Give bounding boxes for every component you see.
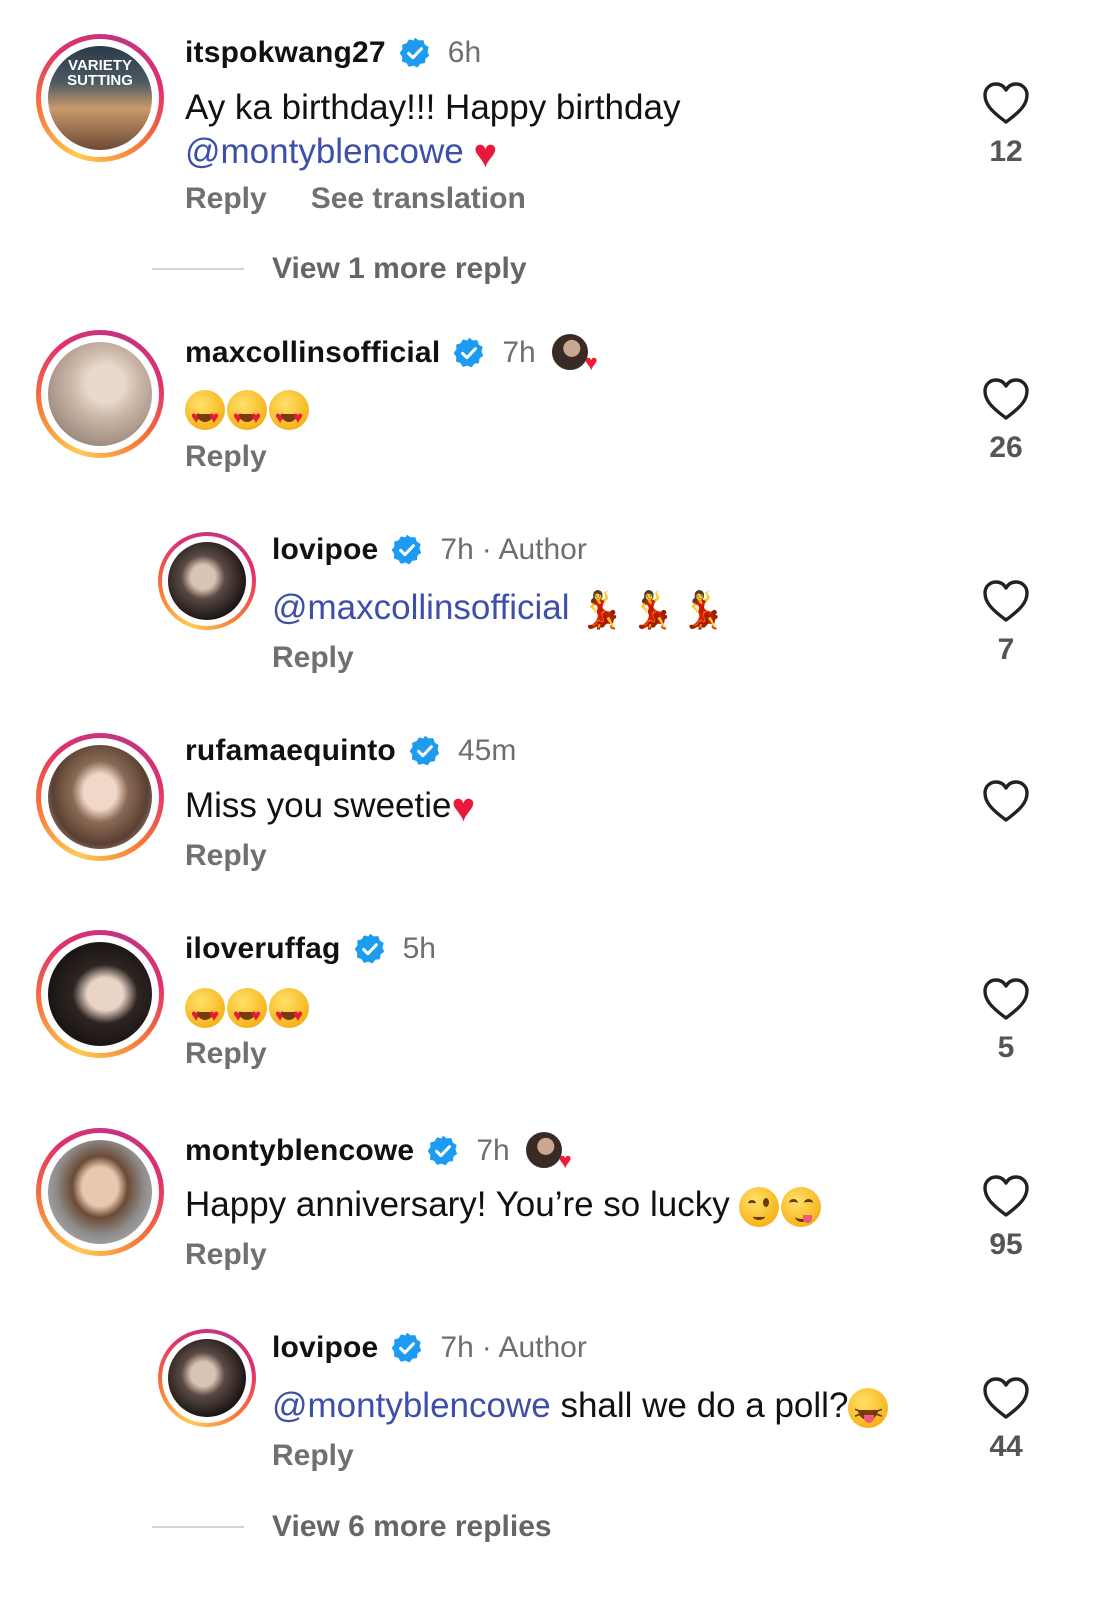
squint-tongue-emoji	[848, 1387, 889, 1436]
avatar[interactable]	[158, 1329, 256, 1427]
reply-button[interactable]: Reply	[185, 440, 267, 473]
yum-emoji	[781, 1186, 822, 1227]
red-heart-emoji: ♥	[473, 131, 498, 176]
heart-outline-icon	[983, 580, 1029, 622]
verified-badge-icon	[392, 534, 422, 565]
like-button[interactable]: 95	[980, 1173, 1032, 1262]
reply-button[interactable]: Reply	[272, 641, 354, 674]
avatar[interactable]	[158, 532, 256, 630]
heart-eyes-emoji	[227, 389, 267, 440]
timestamp: 45m	[457, 734, 517, 767]
like-button[interactable]: 7	[980, 578, 1032, 667]
timestamp: 7h	[502, 336, 536, 369]
author-label: · Author	[481, 533, 587, 566]
comment-text: Ay ka birthday!!! Happy birthday @montyb…	[185, 88, 681, 176]
heart-eyes-emoji	[185, 389, 225, 440]
comment-text: @maxcollinsofficial 💃 💃 💃	[272, 586, 732, 632]
like-button[interactable]: 12	[980, 80, 1032, 169]
like-button[interactable]	[980, 778, 1032, 829]
verified-badge-icon	[454, 337, 484, 368]
dancer-emoji: 💃	[579, 588, 625, 630]
like-count: 44	[989, 1430, 1023, 1463]
comment-text	[185, 984, 311, 1038]
like-button[interactable]: 5	[980, 976, 1032, 1065]
heart-outline-icon	[983, 978, 1029, 1020]
verified-badge-icon	[354, 933, 384, 964]
username[interactable]: montyblencowe	[185, 1134, 414, 1168]
heart-eyes-emoji	[269, 389, 309, 440]
avatar[interactable]	[36, 330, 164, 458]
author-heart-reaction-icon: ♥	[549, 332, 598, 374]
like-count: 5	[997, 1031, 1015, 1064]
red-heart-emoji: ♥	[451, 785, 476, 830]
username[interactable]: lovipoe	[272, 1331, 378, 1365]
reply-button[interactable]: Reply	[185, 839, 267, 872]
comment-text: Miss you sweetie♥	[185, 785, 476, 830]
heart-outline-icon	[983, 1377, 1029, 1419]
timestamp: 7h	[476, 1134, 510, 1167]
username[interactable]: itspokwang27	[185, 36, 386, 70]
avatar[interactable]: VARIETY SUTTING	[36, 34, 164, 162]
like-count: 7	[997, 633, 1015, 666]
dancer-emoji: 💃	[630, 588, 675, 630]
mention-link[interactable]: @montyblencowe	[185, 132, 464, 171]
timestamp: 5h	[402, 932, 436, 965]
comment-text	[185, 386, 311, 440]
mention-link[interactable]: @montyblencowe	[272, 1386, 551, 1425]
like-button[interactable]: 26	[980, 376, 1032, 465]
like-button[interactable]: 44	[980, 1375, 1032, 1464]
username[interactable]: rufamaequinto	[185, 734, 396, 768]
like-count: 26	[989, 431, 1023, 464]
author-heart-reaction-icon: ♥	[523, 1130, 572, 1172]
timestamp: 7h	[440, 533, 474, 566]
heart-eyes-emoji	[269, 987, 309, 1038]
reply-button[interactable]: Reply	[185, 1037, 267, 1070]
view-more-replies[interactable]: View 1 more reply	[152, 252, 527, 286]
username[interactable]: maxcollinsofficial	[185, 336, 440, 370]
like-count: 12	[989, 135, 1023, 168]
heart-outline-icon	[983, 82, 1029, 124]
verified-badge-icon	[392, 1332, 422, 1363]
comment-text: @montyblencowe shall we do a poll?	[272, 1384, 890, 1436]
dancer-emoji: 💃	[680, 588, 726, 630]
timestamp: 6h	[447, 36, 482, 69]
see-translation-button[interactable]: See translation	[311, 182, 526, 215]
heart-eyes-emoji	[185, 987, 225, 1038]
username[interactable]: lovipoe	[272, 533, 378, 567]
comment-text: Happy anniversary! You’re so lucky	[185, 1183, 823, 1227]
verified-badge-icon	[428, 1135, 458, 1166]
verified-badge-icon	[399, 37, 429, 68]
heart-outline-icon	[983, 1175, 1029, 1217]
verified-badge-icon	[409, 735, 440, 766]
reply-button[interactable]: Reply	[185, 182, 267, 215]
username[interactable]: iloveruffag	[185, 932, 341, 966]
avatar-text: VARIETY SUTTING	[67, 57, 133, 89]
view-more-replies[interactable]: View 6 more replies	[152, 1510, 552, 1544]
mention-link[interactable]: @maxcollinsofficial	[272, 588, 569, 627]
wink-emoji	[739, 1186, 780, 1227]
author-label: · Author	[481, 1331, 587, 1364]
heart-eyes-emoji	[227, 987, 267, 1038]
avatar[interactable]	[36, 733, 164, 861]
avatar[interactable]	[36, 930, 164, 1058]
reply-button[interactable]: Reply	[185, 1238, 267, 1271]
timestamp: 7h	[440, 1331, 474, 1364]
avatar[interactable]	[36, 1128, 164, 1256]
like-count: 95	[989, 1228, 1023, 1261]
heart-outline-icon	[983, 378, 1029, 420]
reply-button[interactable]: Reply	[272, 1439, 354, 1472]
heart-outline-icon	[983, 780, 1029, 822]
